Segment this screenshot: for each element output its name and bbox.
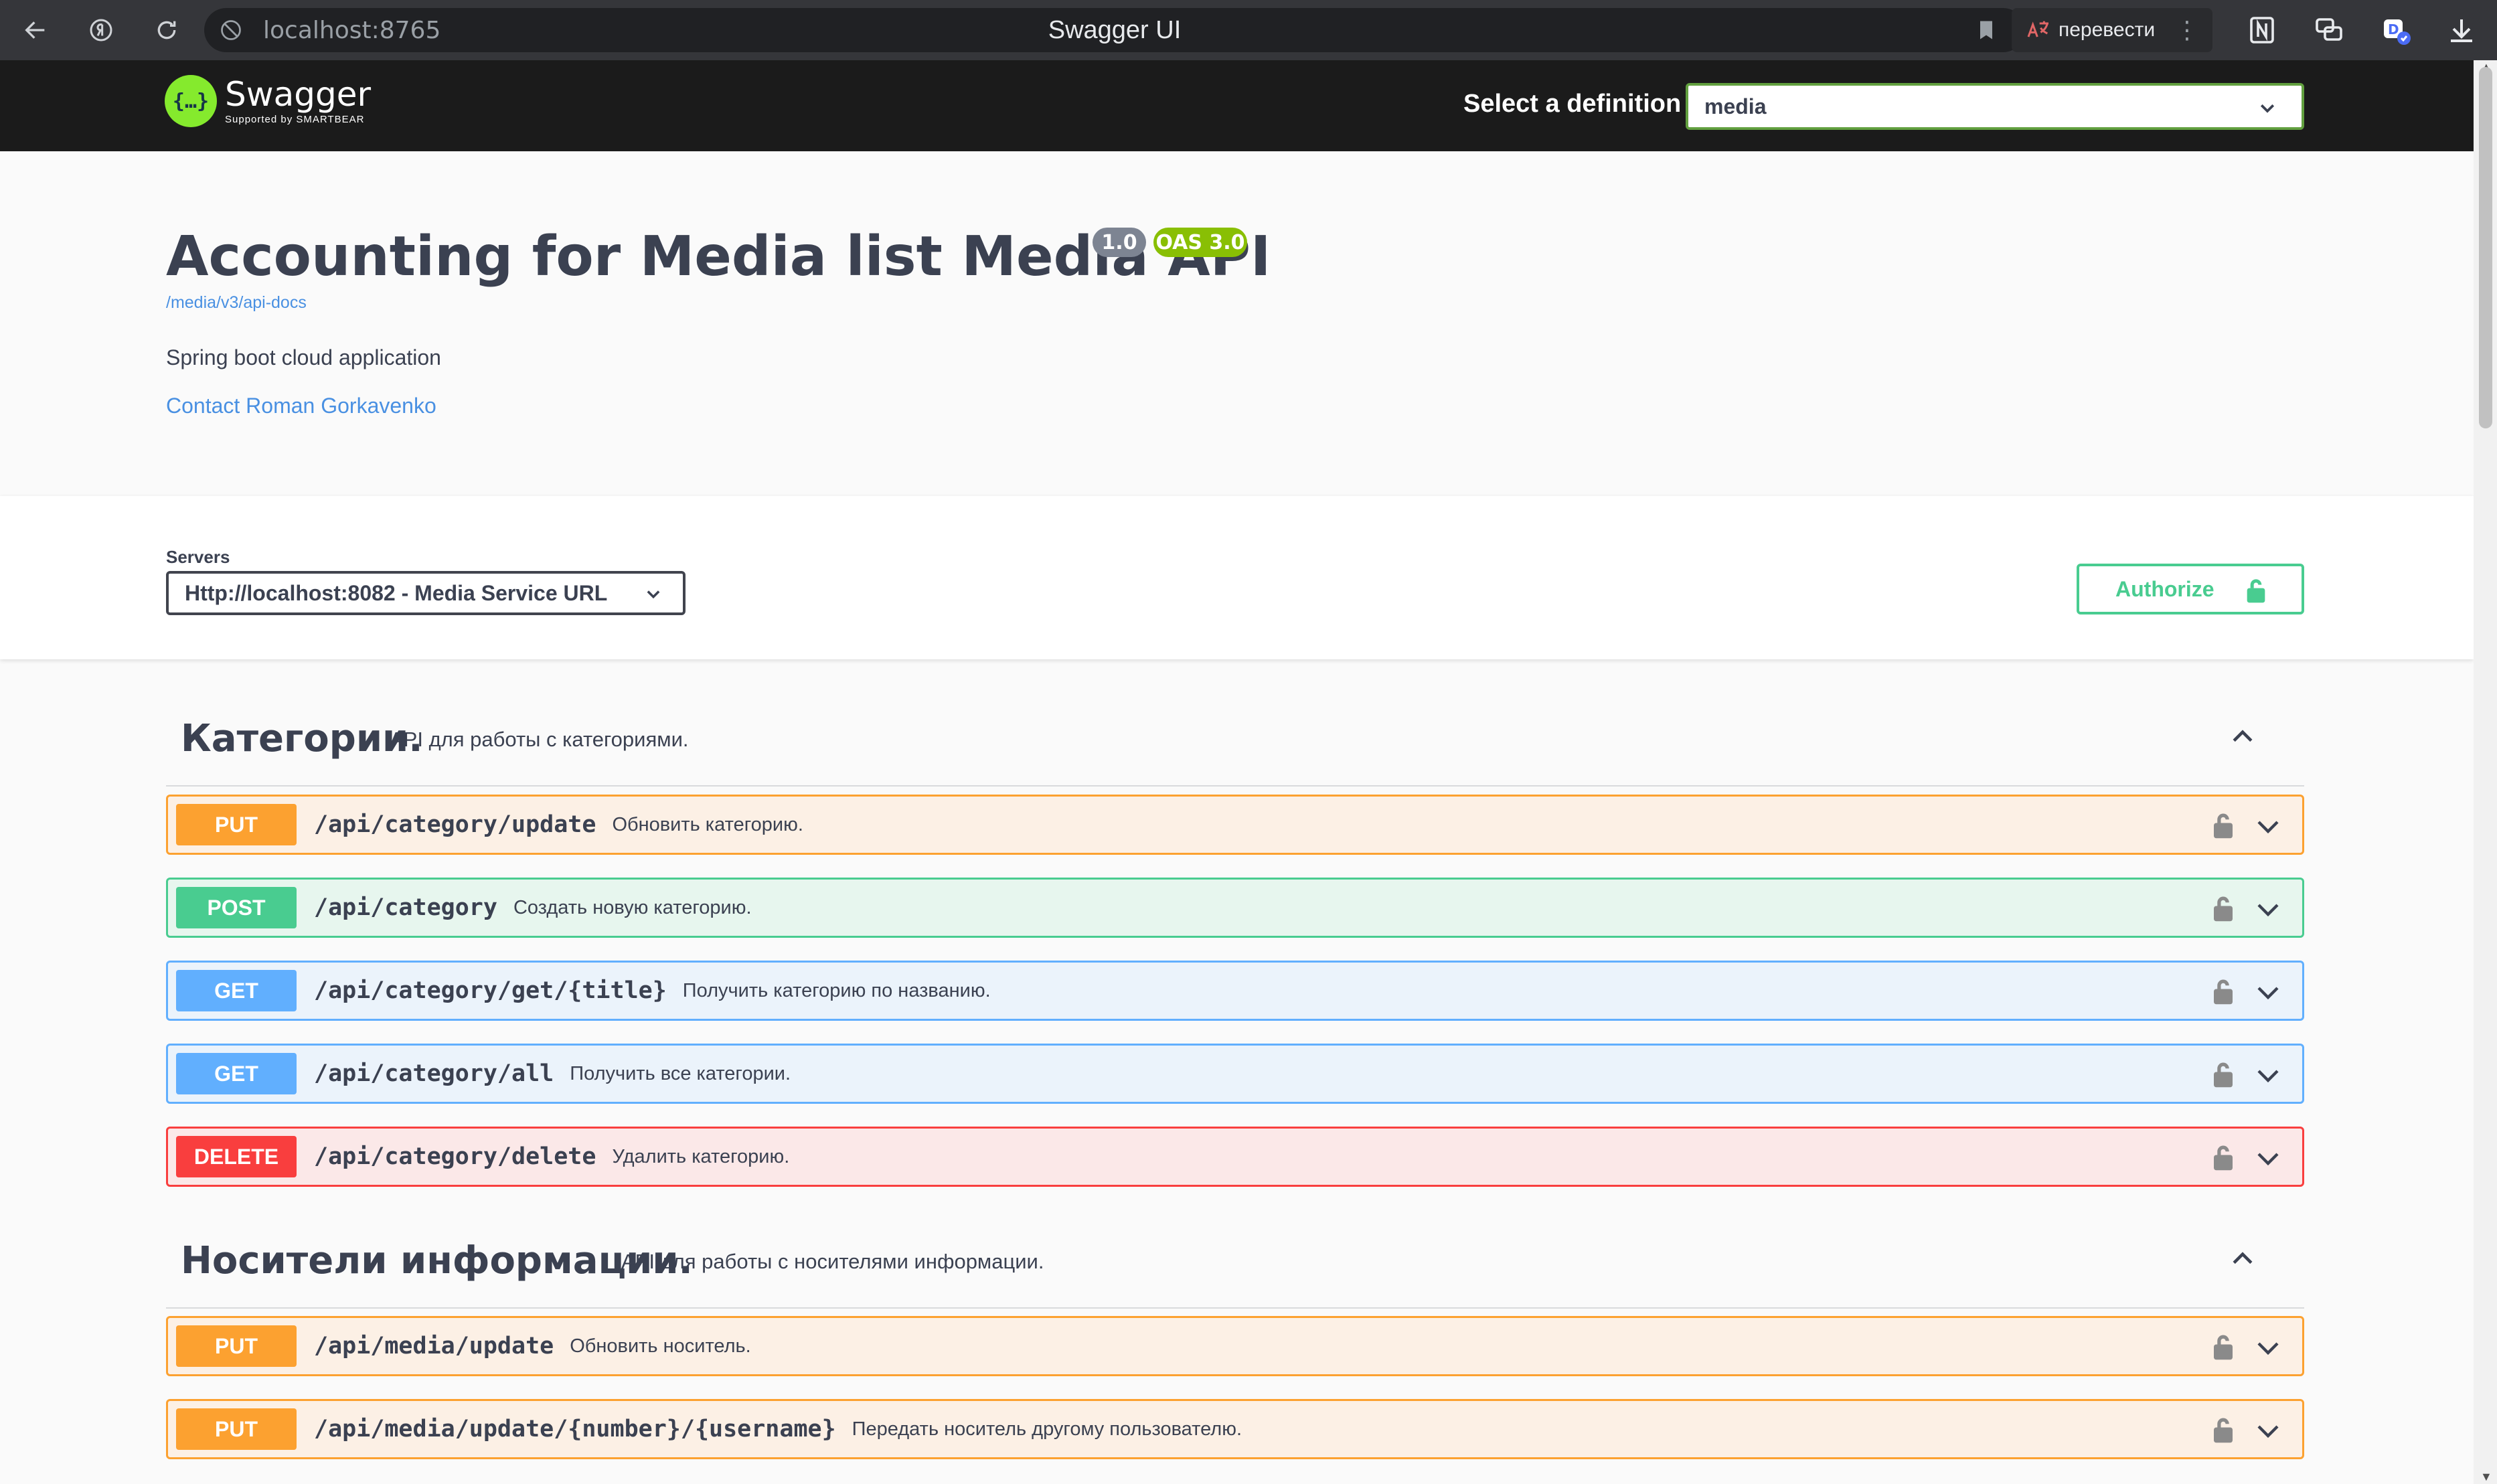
operation-summary: Удалить категорию. xyxy=(612,1145,790,1167)
method-badge: GET xyxy=(176,970,297,1011)
operation-put-category-update[interactable]: PUT /api/category/update Обновить катего… xyxy=(166,795,2304,855)
url-text[interactable]: localhost:8765 xyxy=(263,17,440,44)
chevron-up-icon[interactable] xyxy=(2228,722,2257,752)
svg-text:D: D xyxy=(2388,21,2399,37)
tag-name: Категории. xyxy=(181,717,423,760)
chevron-down-icon xyxy=(2260,104,2275,113)
method-badge: DELETE xyxy=(176,1136,297,1177)
unlocked-lock-icon[interactable] xyxy=(2211,811,2235,839)
servers-label: Servers xyxy=(166,547,230,567)
logo-text: Swagger xyxy=(225,74,372,114)
operation-delete-category[interactable]: DELETE /api/category/delete Удалить кате… xyxy=(166,1127,2304,1187)
operation-path: /api/category/all xyxy=(314,1060,554,1087)
unlocked-lock-icon[interactable] xyxy=(2211,977,2235,1005)
page-scrollbar[interactable]: ▲ ▼ xyxy=(2474,60,2497,1484)
tag-header-media[interactable]: Носители информации. API для работы с но… xyxy=(166,1222,2304,1309)
contact-link[interactable]: Contact Roman Gorkavenko xyxy=(166,394,436,418)
api-docs-link[interactable]: /media/v3/api-docs xyxy=(166,293,307,313)
site-info-icon[interactable] xyxy=(219,18,243,42)
chevron-down-icon[interactable] xyxy=(2254,896,2282,924)
operation-summary: Передать носитель другому пользователю. xyxy=(852,1418,1242,1440)
unlocked-lock-icon xyxy=(2247,579,2265,603)
reload-icon[interactable] xyxy=(143,7,190,54)
chevron-down-icon[interactable] xyxy=(2254,1062,2282,1090)
browser-toolbar: localhost:8765 Swagger UI перевести ⋮ D xyxy=(0,0,2497,60)
operation-path: /api/media/update/{number}/{username} xyxy=(314,1416,836,1442)
method-badge: PUT xyxy=(176,1325,297,1367)
method-badge: GET xyxy=(176,1053,297,1094)
swagger-logo[interactable]: {…} Swagger Supported by SMARTBEAR xyxy=(165,75,371,127)
unlocked-lock-icon[interactable] xyxy=(2211,1416,2235,1444)
operation-get-category-all[interactable]: GET /api/category/all Получить все катег… xyxy=(166,1044,2304,1104)
bookmark-icon[interactable] xyxy=(1974,18,1998,42)
method-badge: PUT xyxy=(176,804,297,845)
translate-label: перевести xyxy=(2059,19,2156,41)
operation-post-category[interactable]: POST /api/category Создать новую категор… xyxy=(166,878,2304,938)
operation-summary: Обновить категорию. xyxy=(612,813,803,835)
method-badge: POST xyxy=(176,887,297,928)
tag-name: Носители информации. xyxy=(181,1239,693,1283)
operation-path: /api/media/update xyxy=(314,1333,554,1359)
chevron-down-icon[interactable] xyxy=(2254,1417,2282,1445)
logo-subtext: Supported by SMARTBEAR xyxy=(225,113,365,125)
swagger-logo-icon: {…} xyxy=(165,75,217,127)
chevron-up-icon[interactable] xyxy=(2228,1244,2257,1274)
oas-badge: OAS 3.0 xyxy=(1153,228,1247,257)
operation-path: /api/category/update xyxy=(314,811,596,838)
unlocked-lock-icon[interactable] xyxy=(2211,1333,2235,1361)
method-badge: PUT xyxy=(176,1408,297,1450)
profile-extension-icon[interactable]: D xyxy=(2378,12,2414,48)
operation-put-media-transfer[interactable]: PUT /api/media/update/{number}/{username… xyxy=(166,1399,2304,1459)
operation-path: /api/category/get/{title} xyxy=(314,977,667,1004)
tag-header-categories[interactable]: Категории. API для работы с категориями. xyxy=(166,699,2304,787)
scheme-container: Servers Http://localhost:8082 - Media Se… xyxy=(0,496,2474,659)
authorize-button[interactable]: Authorize xyxy=(2077,564,2304,614)
swagger-topbar: {…} Swagger Supported by SMARTBEAR Selec… xyxy=(0,60,2474,151)
scrollbar-thumb[interactable] xyxy=(2479,67,2492,428)
api-description: Spring boot cloud application xyxy=(166,345,441,369)
chevron-down-icon[interactable] xyxy=(2254,1334,2282,1362)
operation-get-category-by-title[interactable]: GET /api/category/get/{title} Получить к… xyxy=(166,961,2304,1021)
translate-icon xyxy=(2027,21,2048,37)
address-bar[interactable]: localhost:8765 Swagger UI xyxy=(204,8,2025,52)
chevron-down-icon[interactable] xyxy=(2254,1145,2282,1173)
more-icon[interactable]: ⋮ xyxy=(2175,16,2199,44)
operation-path: /api/category xyxy=(314,894,497,921)
yandex-icon[interactable] xyxy=(78,7,125,54)
notion-icon[interactable] xyxy=(2244,12,2280,48)
unlocked-lock-icon[interactable] xyxy=(2211,894,2235,922)
operation-summary: Получить категорию по названию. xyxy=(682,979,991,1001)
page-title-bar: Swagger UI xyxy=(1048,16,1182,44)
translate-button[interactable]: перевести ⋮ xyxy=(2012,8,2212,52)
chevron-down-icon[interactable] xyxy=(2254,979,2282,1007)
unlocked-lock-icon[interactable] xyxy=(2211,1143,2235,1171)
definition-select[interactable]: media xyxy=(1686,83,2304,130)
download-icon[interactable] xyxy=(2443,12,2480,48)
chevron-down-icon xyxy=(647,590,660,599)
tag-description: API для работы с носителями информации. xyxy=(621,1250,1044,1273)
operation-put-media-update[interactable]: PUT /api/media/update Обновить носитель. xyxy=(166,1316,2304,1376)
chevron-down-icon[interactable] xyxy=(2254,813,2282,841)
unlocked-lock-icon[interactable] xyxy=(2211,1060,2235,1088)
scroll-down-icon[interactable]: ▼ xyxy=(2480,1470,2492,1484)
operation-summary: Создать новую категорию. xyxy=(513,896,752,918)
server-value: Http://localhost:8082 - Media Service UR… xyxy=(185,580,608,605)
api-info: Accounting for Media list Media API 1.0 … xyxy=(0,151,2474,496)
definition-value: media xyxy=(1704,94,1767,118)
tag-description: API для работы с категориями. xyxy=(390,728,689,751)
operation-path: /api/category/delete xyxy=(314,1143,596,1170)
back-icon[interactable] xyxy=(12,7,59,54)
operation-summary: Получить все категории. xyxy=(570,1062,791,1084)
version-badge: 1.0 xyxy=(1093,228,1146,257)
operation-summary: Обновить носитель. xyxy=(570,1335,751,1357)
chat-icon[interactable] xyxy=(2311,12,2347,48)
select-definition-label: Select a definition xyxy=(1463,90,1682,118)
server-select[interactable]: Http://localhost:8082 - Media Service UR… xyxy=(166,571,686,615)
authorize-label: Authorize xyxy=(2115,576,2214,601)
